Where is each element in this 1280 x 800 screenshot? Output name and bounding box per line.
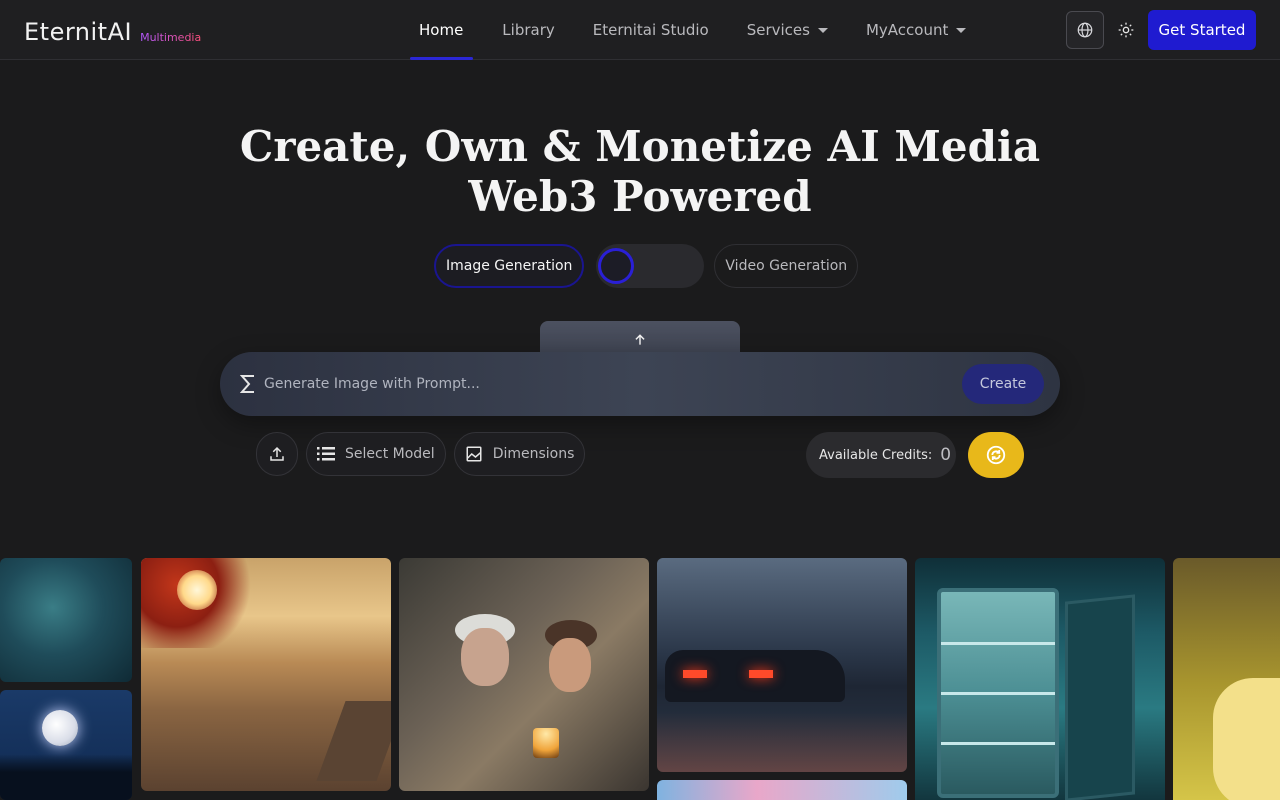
dimensions-button[interactable]: Dimensions bbox=[453, 432, 586, 476]
globe-icon bbox=[1077, 22, 1093, 38]
shelf-shape bbox=[941, 692, 1055, 695]
video-generation-option[interactable]: Video Generation bbox=[714, 244, 859, 288]
moon-shape bbox=[42, 710, 78, 746]
prompt-bar: Create bbox=[220, 352, 1060, 416]
image-generation-option[interactable]: Image Generation bbox=[434, 244, 585, 288]
nav-library[interactable]: Library bbox=[483, 0, 573, 60]
nav-eternitai-studio[interactable]: Eternitai Studio bbox=[574, 0, 728, 60]
select-model-button[interactable]: Select Model bbox=[306, 432, 446, 476]
theme-toggle-button[interactable] bbox=[1114, 18, 1138, 42]
arrow-up-icon bbox=[635, 334, 645, 345]
buy-credits-button[interactable] bbox=[968, 432, 1024, 478]
nav-home-label: Home bbox=[419, 21, 464, 39]
hero-title: Create, Own & Monetize AI Media Web3 Pow… bbox=[0, 122, 1280, 222]
person-face-shape bbox=[549, 638, 591, 692]
prompt-input[interactable] bbox=[264, 368, 944, 400]
nav-services[interactable]: Services bbox=[728, 0, 847, 60]
taillight-shape bbox=[683, 670, 707, 678]
hero-title-line1: Create, Own & Monetize AI Media bbox=[239, 122, 1041, 171]
video-generation-label: Video Generation bbox=[725, 258, 848, 274]
nav-services-label: Services bbox=[746, 21, 810, 39]
mode-switch[interactable] bbox=[596, 244, 705, 288]
nav-library-label: Library bbox=[502, 21, 555, 39]
dimensions-label: Dimensions bbox=[492, 446, 575, 462]
image-generation-label: Image Generation bbox=[446, 258, 573, 274]
taillight-shape bbox=[749, 670, 773, 678]
fridge-door-shape bbox=[1065, 594, 1135, 800]
get-started-button[interactable]: Get Started bbox=[1148, 10, 1256, 50]
sun-shape bbox=[177, 570, 217, 610]
gallery-image-moon[interactable] bbox=[0, 690, 132, 800]
sigma-logo-icon bbox=[240, 375, 254, 393]
nav-studio-label: Eternitai Studio bbox=[592, 21, 709, 39]
candle-shape bbox=[533, 728, 559, 758]
switch-knob[interactable] bbox=[598, 248, 635, 284]
gallery-image-dinner[interactable] bbox=[399, 558, 649, 791]
nav-myaccount-label: MyAccount bbox=[865, 21, 949, 39]
upload-button[interactable] bbox=[256, 432, 298, 476]
list-icon bbox=[317, 447, 335, 461]
generation-mode-toggle: Image Generation Video Generation bbox=[434, 244, 859, 288]
logo-main-text: EternitAI bbox=[24, 18, 133, 46]
chevron-down-icon bbox=[817, 27, 828, 33]
shelf-shape bbox=[941, 642, 1055, 645]
banana-shape bbox=[1213, 678, 1280, 800]
dock-shape bbox=[316, 701, 391, 781]
upload-icon bbox=[270, 446, 284, 461]
coin-refresh-icon bbox=[986, 445, 1006, 465]
language-button[interactable] bbox=[1066, 11, 1104, 49]
nav-links: Home Library Eternitai Studio Services M… bbox=[400, 0, 985, 60]
brand-logo[interactable]: EternitAI Multimedia bbox=[24, 14, 201, 46]
nav-home[interactable]: Home bbox=[400, 0, 483, 60]
person-face-shape bbox=[461, 628, 509, 686]
credits-label: Available Credits: bbox=[819, 447, 933, 463]
gallery-image-fridge-city[interactable] bbox=[915, 558, 1165, 800]
gallery-image-race-car[interactable] bbox=[657, 558, 907, 772]
gallery-image-shipwreck[interactable] bbox=[0, 558, 132, 682]
prompt-tools: Select Model Dimensions bbox=[256, 432, 586, 476]
road-glow-shape bbox=[657, 712, 907, 772]
gallery-image-banana[interactable] bbox=[1173, 558, 1280, 800]
chevron-down-icon bbox=[956, 27, 967, 33]
shelf-shape bbox=[941, 742, 1055, 745]
create-button[interactable]: Create bbox=[962, 364, 1044, 404]
hero-title-line2: Web3 Powered bbox=[468, 172, 812, 221]
nav-myaccount[interactable]: MyAccount bbox=[847, 0, 985, 60]
top-navbar: EternitAI Multimedia Home Library Eterni… bbox=[0, 0, 1280, 60]
gallery-image-blossom[interactable] bbox=[657, 780, 907, 800]
image-icon bbox=[465, 445, 483, 463]
sun-icon bbox=[1118, 22, 1134, 38]
logo-sub-text: Multimedia bbox=[140, 31, 202, 44]
fridge-shape bbox=[937, 588, 1059, 798]
select-model-label: Select Model bbox=[345, 446, 435, 462]
trees-shape bbox=[0, 754, 132, 800]
available-credits: Available Credits: 0 bbox=[806, 432, 956, 478]
credits-value: 0 bbox=[940, 445, 952, 465]
gallery-image-lake-sunrise[interactable] bbox=[141, 558, 391, 791]
